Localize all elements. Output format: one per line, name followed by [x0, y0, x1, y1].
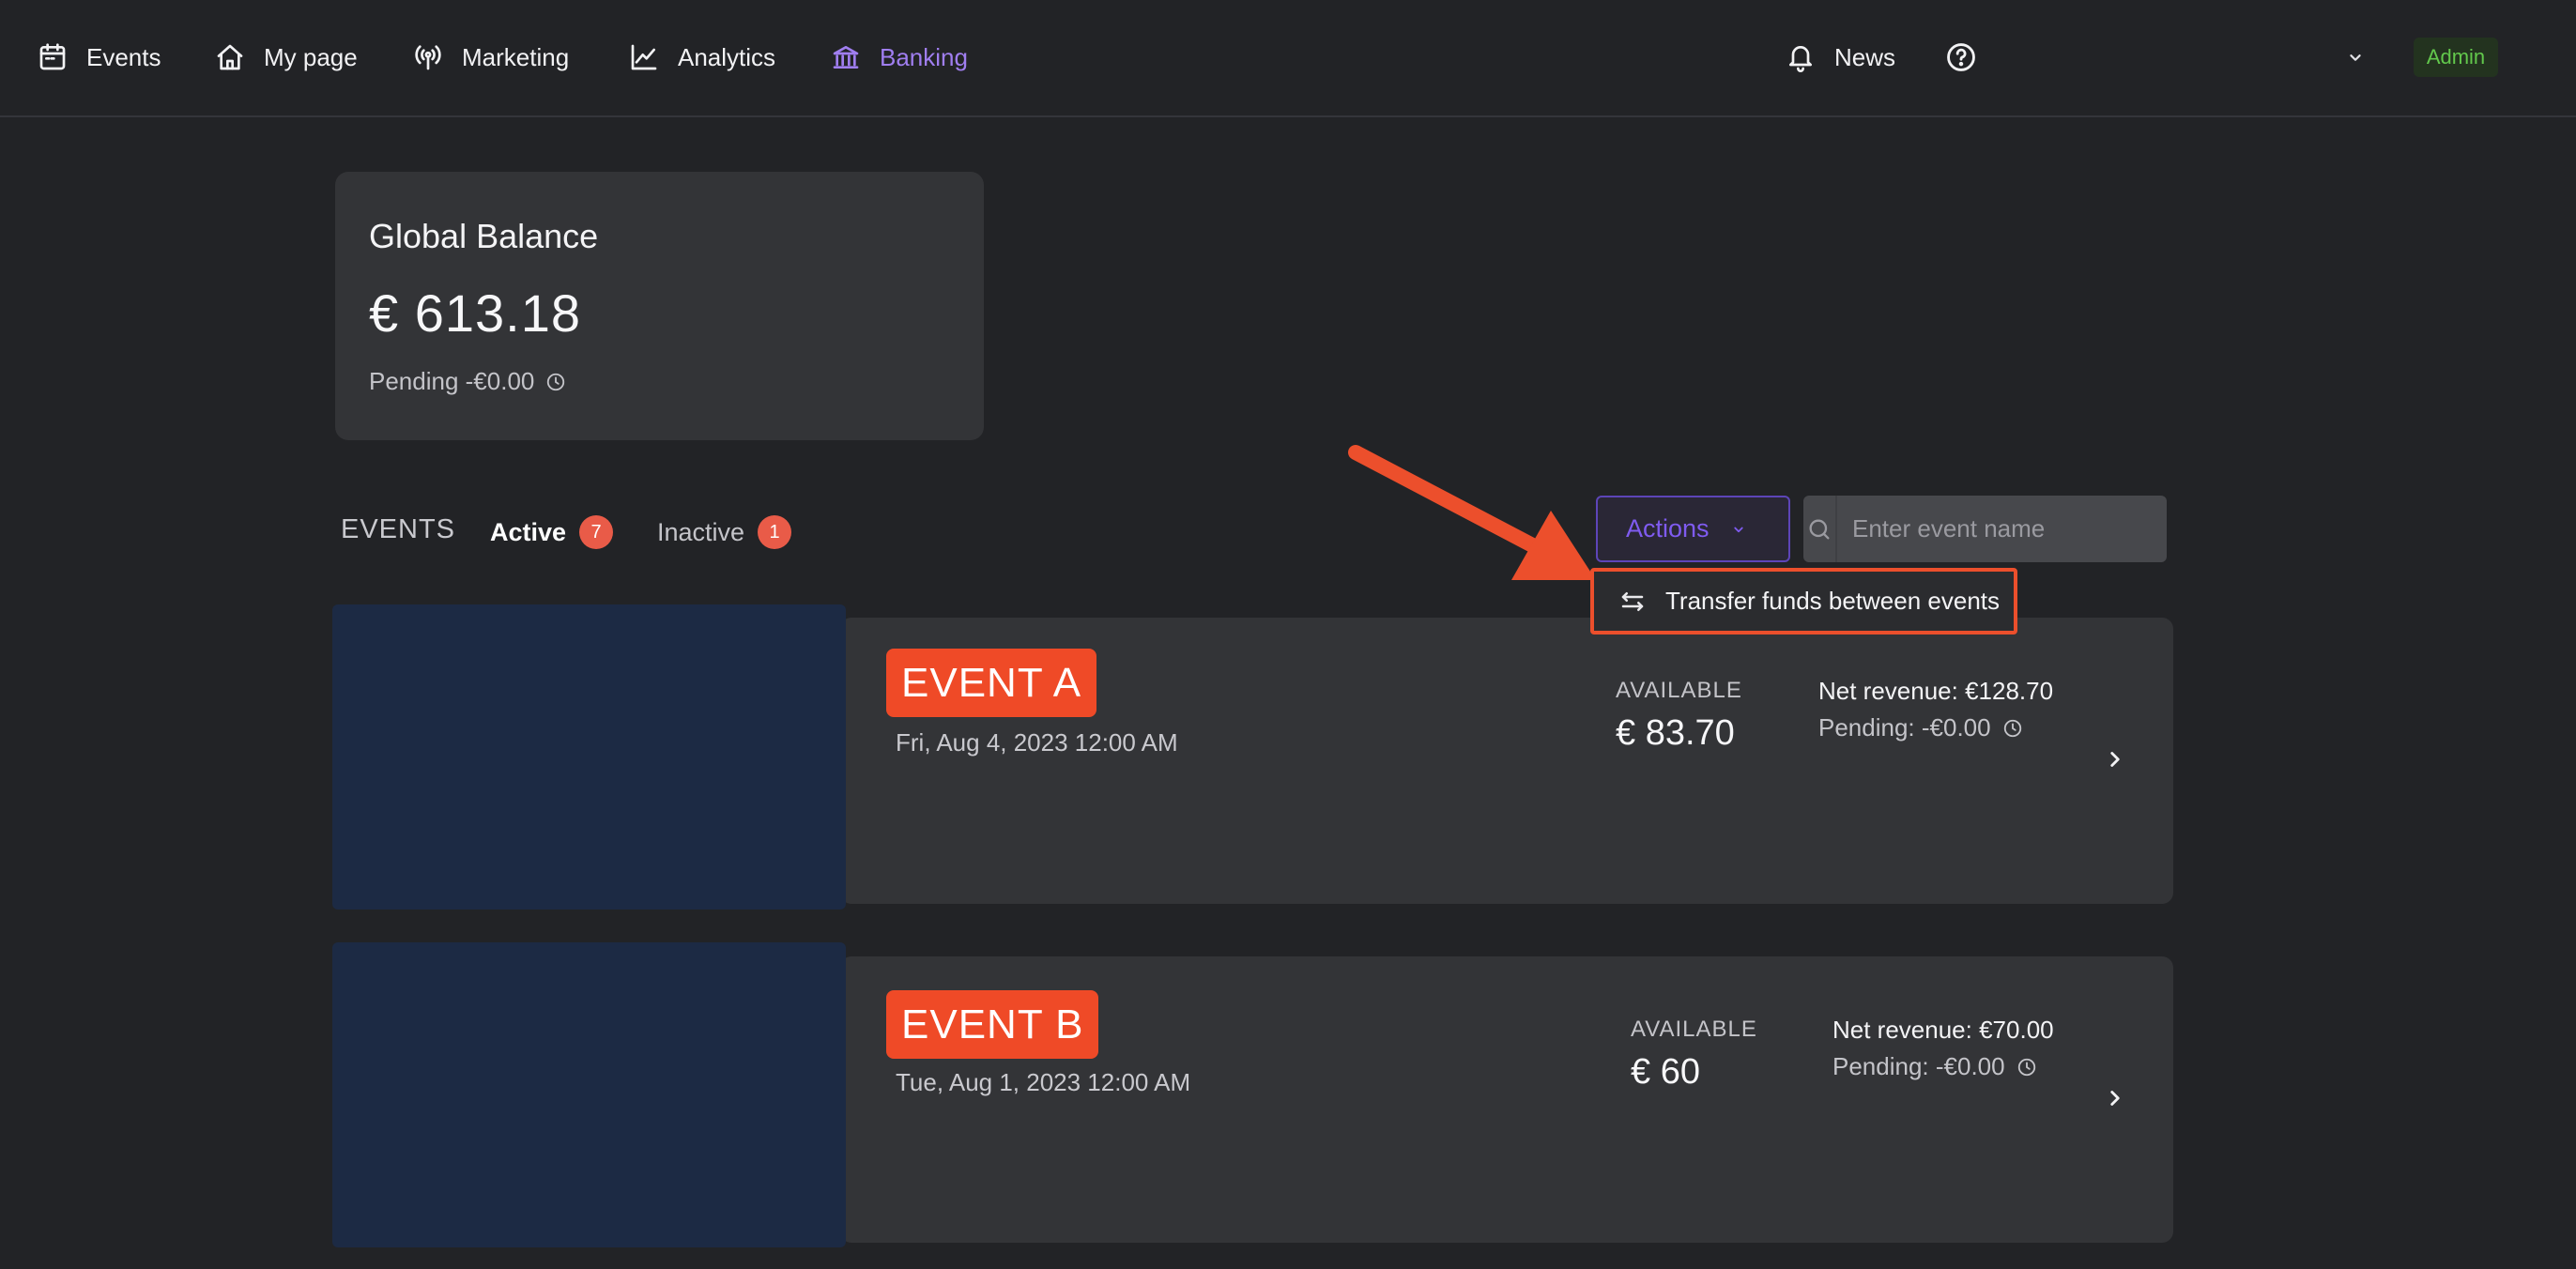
help-icon[interactable]	[1945, 41, 1977, 73]
nav-events-label: Events	[86, 42, 161, 71]
balance-pending-text: Pending -€0.00	[369, 367, 535, 395]
actions-label: Actions	[1626, 514, 1710, 543]
nav-news[interactable]: News	[1786, 0, 1895, 115]
chart-line-icon	[631, 44, 657, 70]
event-b-pending-text: Pending: -€0.00	[1832, 1052, 2005, 1080]
nav-my-page-label: My page	[264, 42, 358, 71]
actions-button[interactable]: Actions	[1596, 496, 1790, 562]
nav-marketing[interactable]: Marketing	[413, 0, 569, 115]
event-a-pending-text: Pending: -€0.00	[1818, 713, 1991, 742]
event-b-available-label: AVAILABLE	[1631, 1017, 1757, 1042]
chevron-right-icon[interactable]	[2103, 1086, 2127, 1110]
event-search	[1803, 496, 2167, 562]
chevron-right-icon[interactable]	[2103, 747, 2127, 772]
tab-inactive-label: Inactive	[657, 517, 745, 546]
event-b-name: EVENT B	[886, 990, 1099, 1059]
tab-inactive[interactable]: Inactive 1	[657, 513, 792, 551]
top-navigation: Events My page Marketing Analytics Banki…	[0, 0, 2576, 117]
event-a-available-label: AVAILABLE	[1616, 678, 1742, 703]
broadcast-icon	[415, 45, 441, 70]
bell-icon	[1789, 46, 1812, 72]
event-a-pending: Pending: -€0.00	[1818, 713, 2023, 742]
event-a-image	[332, 604, 846, 910]
calendar-icon	[39, 43, 66, 70]
transfer-funds-menu-item[interactable]: Transfer funds between events	[1590, 568, 2017, 634]
event-b-image	[332, 942, 846, 1247]
event-a-date: Fri, Aug 4, 2023 12:00 AM	[896, 728, 1178, 757]
search-icon-wrap	[1803, 496, 1837, 562]
event-a-name: EVENT A	[886, 649, 1097, 717]
tab-active-label: Active	[490, 517, 567, 546]
event-b-pending: Pending: -€0.00	[1832, 1052, 2037, 1081]
clock-icon	[547, 373, 565, 390]
nav-news-label: News	[1834, 42, 1896, 71]
bank-icon	[833, 46, 859, 69]
balance-pending: Pending -€0.00	[369, 367, 566, 396]
role-badge: Admin	[2414, 38, 2498, 77]
transfer-arrows-icon	[1621, 591, 1644, 611]
search-icon	[1809, 519, 1830, 539]
nav-analytics-label: Analytics	[678, 42, 776, 71]
event-b-net-revenue: Net revenue: €70.00	[1832, 1016, 2054, 1044]
home-icon	[217, 44, 243, 70]
nav-banking-label: Banking	[880, 42, 968, 71]
transfer-funds-label: Transfer funds between events	[1665, 587, 2001, 615]
nav-banking[interactable]: Banking	[831, 0, 968, 115]
tab-active-count: 7	[579, 515, 614, 549]
nav-analytics[interactable]: Analytics	[629, 0, 775, 115]
balance-title: Global Balance	[369, 217, 599, 255]
tab-active[interactable]: Active 7	[490, 513, 614, 551]
event-b-available-amount: € 60	[1631, 1052, 1700, 1092]
event-a-net-revenue: Net revenue: €128.70	[1818, 677, 2054, 705]
balance-amount: € 613.18	[369, 283, 581, 343]
nav-my-page[interactable]: My page	[215, 0, 358, 115]
clock-icon	[2017, 1058, 2035, 1076]
annotation-arrow	[1348, 445, 1596, 580]
search-input[interactable]	[1837, 496, 2167, 562]
event-b-date: Tue, Aug 1, 2023 12:00 AM	[896, 1068, 1191, 1096]
chevron-down-icon[interactable]	[2345, 47, 2366, 68]
global-balance-card: Global Balance € 613.18 Pending -€0.00	[335, 172, 984, 440]
clock-icon	[2003, 719, 2021, 737]
event-a-available-amount: € 83.70	[1616, 713, 1735, 753]
nav-marketing-label: Marketing	[462, 42, 570, 71]
nav-events[interactable]: Events	[38, 0, 161, 115]
chevron-down-icon	[1733, 527, 1743, 532]
tab-inactive-count: 1	[758, 515, 792, 549]
events-heading: EVENTS	[341, 514, 456, 544]
